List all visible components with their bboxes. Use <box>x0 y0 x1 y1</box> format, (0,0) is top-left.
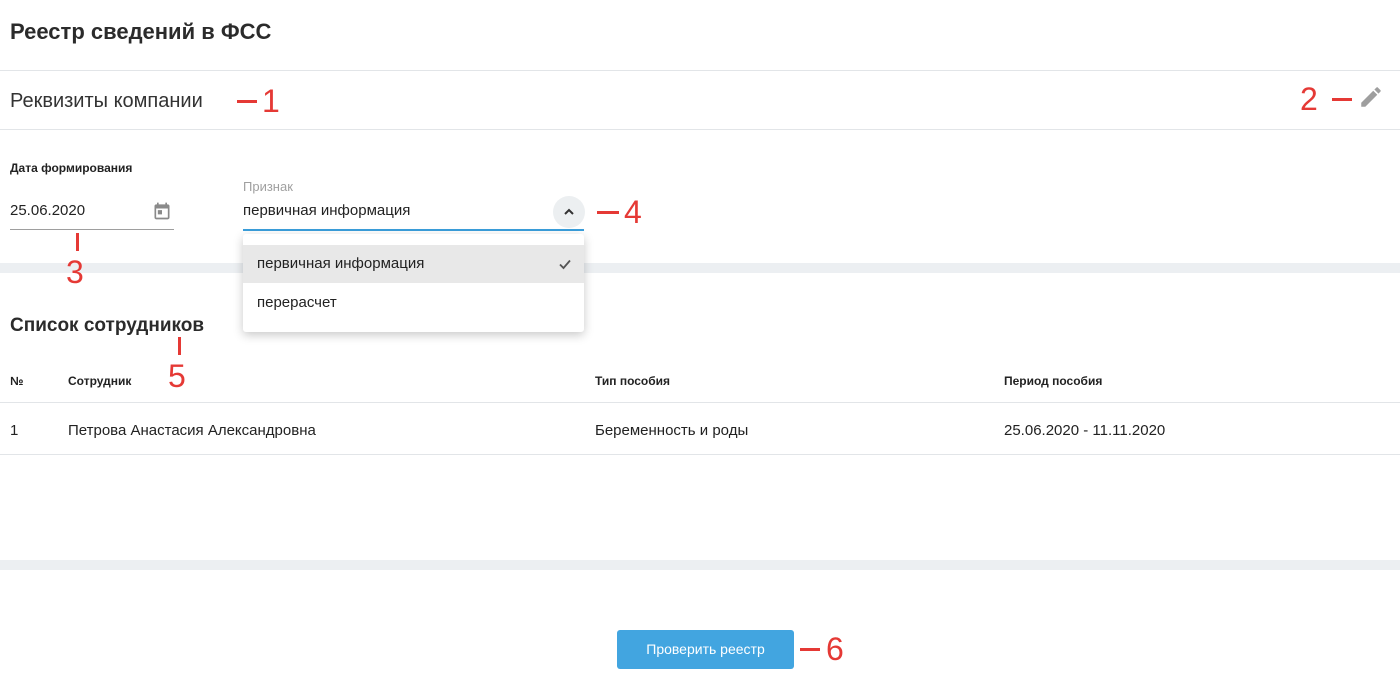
date-label: Дата формирования <box>10 161 133 175</box>
annotation-bar <box>76 233 79 251</box>
column-header-benefit-period: Период пособия <box>1004 374 1103 388</box>
pencil-icon <box>1361 87 1381 107</box>
column-header-number: № <box>10 374 24 388</box>
annotation-1: 1 <box>262 83 280 119</box>
sign-label: Признак <box>243 179 293 194</box>
annotation-dash <box>237 100 257 103</box>
annotation-4: 4 <box>624 194 642 230</box>
column-header-employee: Сотрудник <box>68 374 132 388</box>
option-recalculation[interactable]: перерасчет <box>243 284 584 322</box>
section-separator <box>0 560 1400 570</box>
sign-dropdown-menu: первичная информация перерасчет <box>243 234 584 332</box>
cell-benefit-type: Беременность и роды <box>595 422 749 439</box>
table-divider <box>0 402 1400 403</box>
edit-requisites-button[interactable] <box>1358 84 1384 110</box>
annotation-3: 3 <box>66 254 84 290</box>
requisites-title[interactable]: Реквизиты компании <box>10 88 203 114</box>
toggle-dropdown-button[interactable] <box>553 196 585 228</box>
annotation-6: 6 <box>826 631 844 667</box>
date-field[interactable]: 25.06.2020 <box>10 196 174 230</box>
page-title: Реестр сведений в ФСС <box>10 19 272 44</box>
check-registry-button[interactable]: Проверить реестр <box>617 630 794 669</box>
annotation-5: 5 <box>168 358 186 394</box>
cell-number: 1 <box>10 422 19 439</box>
calendar-icon[interactable] <box>152 201 172 221</box>
employees-title: Список сотрудников <box>10 315 205 336</box>
sign-select[interactable]: первичная информация <box>243 196 585 231</box>
sign-value[interactable]: первичная информация <box>243 202 410 219</box>
chevron-up-icon <box>564 208 574 215</box>
annotation-bar <box>178 337 181 355</box>
annotation-dash <box>597 211 619 214</box>
check-icon <box>559 259 571 270</box>
option-label: первичная информация <box>257 255 425 272</box>
cell-employee[interactable]: Петрова Анастасия Александровна <box>68 422 316 439</box>
annotation-dash <box>1332 98 1352 101</box>
table-divider <box>0 454 1400 455</box>
option-primary-info[interactable]: первичная информация <box>243 245 584 283</box>
column-header-benefit-type: Тип пособия <box>595 374 671 388</box>
annotation-dash <box>800 648 820 651</box>
annotation-2: 2 <box>1300 81 1318 117</box>
divider <box>0 70 1400 71</box>
section-separator <box>0 263 1400 273</box>
cell-benefit-period: 25.06.2020 - 11.11.2020 <box>1004 422 1166 439</box>
date-value[interactable]: 25.06.2020 <box>10 202 85 219</box>
divider <box>0 129 1400 130</box>
option-label: перерасчет <box>257 294 337 311</box>
